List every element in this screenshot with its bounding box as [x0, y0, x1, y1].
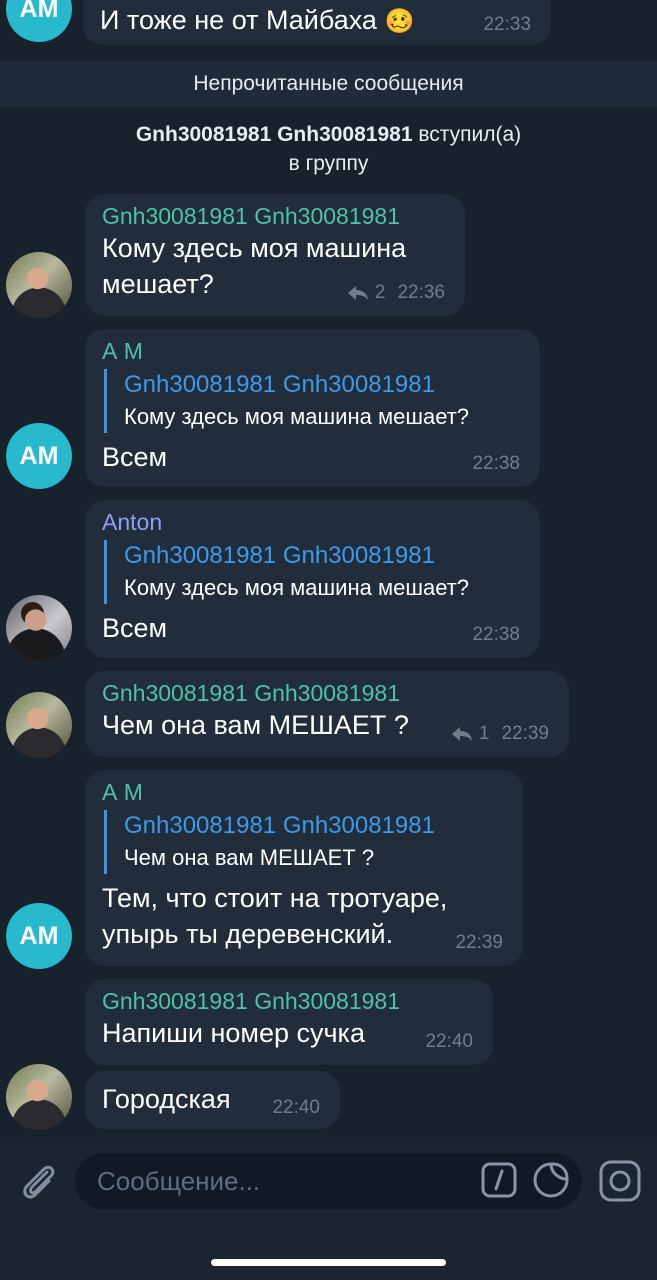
message-time: 22:39 — [455, 932, 503, 953]
reply-quote[interactable]: Gnh30081981 Gnh30081981 Кому здесь моя м… — [104, 540, 522, 604]
message-text-line1: Кому здесь моя машина — [102, 233, 407, 263]
message-time: 22:40 — [425, 1031, 473, 1052]
message-meta: 22:40 — [425, 1031, 473, 1053]
unread-label: Непрочитанные сообщения — [193, 72, 464, 95]
camera-icon[interactable] — [599, 1160, 641, 1202]
message-input-placeholder: Сообщение... — [97, 1166, 261, 1196]
reply-author: Gnh30081981 Gnh30081981 — [124, 371, 435, 398]
reply-author: Gnh30081981 Gnh30081981 — [124, 812, 435, 839]
reply-quote[interactable]: Gnh30081981 Gnh30081981 Чем она вам МЕША… — [104, 810, 505, 874]
message-text: И тоже не от Майбаха — [100, 5, 377, 35]
sender-name[interactable]: А М — [102, 337, 522, 365]
message-bubble[interactable]: И тоже не от Майбаха 🥴 22:33 — [83, 0, 551, 45]
message-time: 22:33 — [483, 14, 531, 35]
message-text-line2: упырь ты деревенский. — [102, 919, 394, 949]
message-bubble[interactable]: Anton Gnh30081981 Gnh30081981 Кому здесь… — [85, 500, 540, 658]
sender-name[interactable]: Gnh30081981 Gnh30081981 — [102, 202, 447, 230]
message-meta: 22:40 — [272, 1097, 320, 1119]
emoji: 🥴 — [384, 8, 415, 35]
avatar[interactable]: АМ — [6, 903, 72, 969]
message-text: Всем — [102, 442, 168, 472]
message-meta: 22:38 — [472, 624, 520, 646]
join-action-line2: в группу — [288, 152, 369, 175]
command-icon[interactable] — [481, 1162, 517, 1198]
message-bubble[interactable]: Gnh30081981 Gnh30081981 Кому здесь моя м… — [85, 194, 465, 316]
avatar[interactable] — [6, 692, 72, 758]
message-meta: 2 22:36 — [347, 282, 445, 304]
message-meta: 1 22:39 — [451, 723, 549, 745]
message-bubble[interactable]: Gnh30081981 Gnh30081981 Чем она вам МЕША… — [85, 671, 569, 757]
reply-text: Кому здесь моя машина мешает? — [124, 404, 470, 429]
sticker-icon[interactable] — [532, 1161, 570, 1199]
avatar[interactable]: АМ — [6, 423, 72, 489]
chat-area[interactable]: АМ И тоже не от Майбаха 🥴 22:33 Непрочит… — [0, 0, 657, 1142]
avatar[interactable] — [6, 1064, 72, 1130]
message-meta: 22:39 — [455, 932, 503, 954]
message-bubble[interactable]: А М Gnh30081981 Gnh30081981 Чем она вам … — [85, 770, 523, 966]
message-time: 22:39 — [501, 723, 549, 744]
home-indicator[interactable] — [211, 1259, 446, 1266]
reply-arrow-icon — [347, 286, 368, 300]
message-text-line1: Тем, что стоит на тротуаре, — [102, 883, 448, 913]
join-user[interactable]: Gnh30081981 Gnh30081981 — [136, 123, 413, 146]
attach-icon[interactable] — [17, 1160, 59, 1202]
join-notice: Gnh30081981 Gnh30081981 вступил(а) в гру… — [0, 120, 657, 178]
message-time: 22:36 — [397, 282, 445, 303]
message-bubble[interactable]: Городская 22:40 — [85, 1071, 340, 1129]
reply-arrow-icon — [451, 727, 472, 741]
reply-quote[interactable]: Gnh30081981 Gnh30081981 Кому здесь моя м… — [104, 369, 522, 433]
reply-count[interactable]: 1 — [479, 723, 490, 745]
message-time: 22:40 — [272, 1097, 320, 1118]
reply-text: Кому здесь моя машина мешает? — [124, 575, 470, 600]
avatar[interactable] — [6, 252, 72, 318]
message-text: Напиши номер сучка — [102, 1018, 365, 1048]
message-bubble[interactable]: А М Gnh30081981 Gnh30081981 Кому здесь м… — [85, 329, 540, 487]
avatar[interactable] — [6, 595, 72, 661]
sender-name[interactable]: Gnh30081981 Gnh30081981 — [102, 679, 551, 707]
join-action: вступил(а) — [418, 123, 522, 146]
message-time: 22:38 — [472, 453, 520, 474]
reply-count[interactable]: 2 — [375, 282, 386, 304]
reply-text: Чем она вам МЕШАЕТ ? — [124, 845, 375, 870]
message-time: 22:38 — [472, 624, 520, 645]
unread-messages-bar: Непрочитанные сообщения — [0, 62, 657, 106]
reply-author: Gnh30081981 Gnh30081981 — [124, 542, 435, 569]
message-meta: 22:38 — [472, 453, 520, 475]
sender-name[interactable]: Gnh30081981 Gnh30081981 — [102, 987, 475, 1015]
message-bubble[interactable]: Gnh30081981 Gnh30081981 Напиши номер суч… — [85, 979, 493, 1065]
avatar[interactable]: АМ — [6, 0, 72, 42]
message-text: Всем — [102, 613, 168, 643]
sender-name[interactable]: Anton — [102, 508, 522, 536]
sender-name[interactable]: А М — [102, 778, 505, 806]
